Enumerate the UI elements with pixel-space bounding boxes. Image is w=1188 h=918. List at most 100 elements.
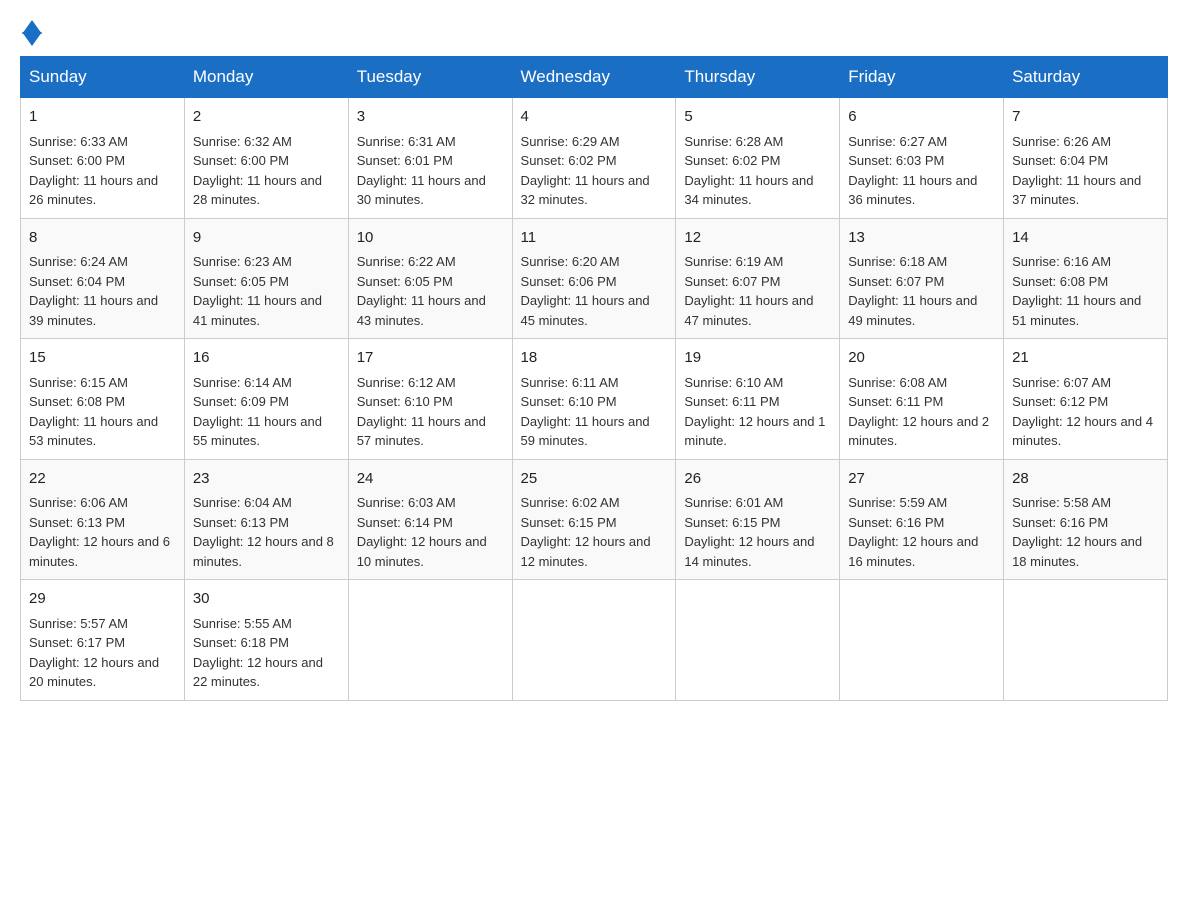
- calendar-cell: 29 Sunrise: 5:57 AMSunset: 6:17 PMDaylig…: [21, 580, 185, 701]
- day-number: 19: [684, 347, 831, 370]
- day-info: Sunrise: 6:15 AMSunset: 6:08 PMDaylight:…: [29, 375, 158, 449]
- day-number: 9: [193, 227, 340, 250]
- day-number: 16: [193, 347, 340, 370]
- calendar-cell: 19 Sunrise: 6:10 AMSunset: 6:11 PMDaylig…: [676, 339, 840, 460]
- day-info: Sunrise: 6:31 AMSunset: 6:01 PMDaylight:…: [357, 134, 486, 208]
- day-info: Sunrise: 6:19 AMSunset: 6:07 PMDaylight:…: [684, 254, 813, 328]
- day-number: 18: [521, 347, 668, 370]
- day-info: Sunrise: 5:55 AMSunset: 6:18 PMDaylight:…: [193, 616, 323, 690]
- weekday-header-tuesday: Tuesday: [348, 57, 512, 98]
- calendar-cell: 25 Sunrise: 6:02 AMSunset: 6:15 PMDaylig…: [512, 459, 676, 580]
- calendar-cell: 24 Sunrise: 6:03 AMSunset: 6:14 PMDaylig…: [348, 459, 512, 580]
- day-number: 5: [684, 106, 831, 129]
- calendar-cell: 11 Sunrise: 6:20 AMSunset: 6:06 PMDaylig…: [512, 218, 676, 339]
- calendar-cell: 4 Sunrise: 6:29 AMSunset: 6:02 PMDayligh…: [512, 98, 676, 219]
- calendar-week-row: 1 Sunrise: 6:33 AMSunset: 6:00 PMDayligh…: [21, 98, 1168, 219]
- calendar-cell: 5 Sunrise: 6:28 AMSunset: 6:02 PMDayligh…: [676, 98, 840, 219]
- day-info: Sunrise: 6:10 AMSunset: 6:11 PMDaylight:…: [684, 375, 825, 449]
- day-info: Sunrise: 6:01 AMSunset: 6:15 PMDaylight:…: [684, 495, 814, 569]
- calendar-cell: 15 Sunrise: 6:15 AMSunset: 6:08 PMDaylig…: [21, 339, 185, 460]
- calendar-week-row: 29 Sunrise: 5:57 AMSunset: 6:17 PMDaylig…: [21, 580, 1168, 701]
- day-info: Sunrise: 6:08 AMSunset: 6:11 PMDaylight:…: [848, 375, 989, 449]
- day-number: 11: [521, 227, 668, 250]
- calendar-cell: [512, 580, 676, 701]
- day-number: 23: [193, 468, 340, 491]
- calendar-week-row: 15 Sunrise: 6:15 AMSunset: 6:08 PMDaylig…: [21, 339, 1168, 460]
- calendar-cell: [676, 580, 840, 701]
- day-number: 4: [521, 106, 668, 129]
- calendar-cell: 22 Sunrise: 6:06 AMSunset: 6:13 PMDaylig…: [21, 459, 185, 580]
- calendar-cell: 23 Sunrise: 6:04 AMSunset: 6:13 PMDaylig…: [184, 459, 348, 580]
- day-info: Sunrise: 6:24 AMSunset: 6:04 PMDaylight:…: [29, 254, 158, 328]
- day-info: Sunrise: 5:58 AMSunset: 6:16 PMDaylight:…: [1012, 495, 1142, 569]
- day-info: Sunrise: 6:14 AMSunset: 6:09 PMDaylight:…: [193, 375, 322, 449]
- calendar-cell: 13 Sunrise: 6:18 AMSunset: 6:07 PMDaylig…: [840, 218, 1004, 339]
- calendar-cell: [348, 580, 512, 701]
- day-info: Sunrise: 6:20 AMSunset: 6:06 PMDaylight:…: [521, 254, 650, 328]
- day-number: 25: [521, 468, 668, 491]
- calendar-cell: 30 Sunrise: 5:55 AMSunset: 6:18 PMDaylig…: [184, 580, 348, 701]
- calendar-cell: 20 Sunrise: 6:08 AMSunset: 6:11 PMDaylig…: [840, 339, 1004, 460]
- day-number: 8: [29, 227, 176, 250]
- calendar-cell: 17 Sunrise: 6:12 AMSunset: 6:10 PMDaylig…: [348, 339, 512, 460]
- calendar-cell: 7 Sunrise: 6:26 AMSunset: 6:04 PMDayligh…: [1004, 98, 1168, 219]
- calendar-week-row: 8 Sunrise: 6:24 AMSunset: 6:04 PMDayligh…: [21, 218, 1168, 339]
- day-number: 15: [29, 347, 176, 370]
- day-number: 21: [1012, 347, 1159, 370]
- day-number: 24: [357, 468, 504, 491]
- day-number: 12: [684, 227, 831, 250]
- calendar-cell: 2 Sunrise: 6:32 AMSunset: 6:00 PMDayligh…: [184, 98, 348, 219]
- day-info: Sunrise: 6:32 AMSunset: 6:00 PMDaylight:…: [193, 134, 322, 208]
- day-info: Sunrise: 6:06 AMSunset: 6:13 PMDaylight:…: [29, 495, 170, 569]
- day-number: 7: [1012, 106, 1159, 129]
- day-number: 17: [357, 347, 504, 370]
- day-info: Sunrise: 6:33 AMSunset: 6:00 PMDaylight:…: [29, 134, 158, 208]
- day-number: 3: [357, 106, 504, 129]
- day-number: 10: [357, 227, 504, 250]
- calendar-cell: 1 Sunrise: 6:33 AMSunset: 6:00 PMDayligh…: [21, 98, 185, 219]
- day-number: 13: [848, 227, 995, 250]
- calendar-cell: 10 Sunrise: 6:22 AMSunset: 6:05 PMDaylig…: [348, 218, 512, 339]
- calendar-cell: 9 Sunrise: 6:23 AMSunset: 6:05 PMDayligh…: [184, 218, 348, 339]
- calendar-cell: 27 Sunrise: 5:59 AMSunset: 6:16 PMDaylig…: [840, 459, 1004, 580]
- calendar-cell: 16 Sunrise: 6:14 AMSunset: 6:09 PMDaylig…: [184, 339, 348, 460]
- day-info: Sunrise: 6:29 AMSunset: 6:02 PMDaylight:…: [521, 134, 650, 208]
- day-number: 28: [1012, 468, 1159, 491]
- calendar-cell: 18 Sunrise: 6:11 AMSunset: 6:10 PMDaylig…: [512, 339, 676, 460]
- day-info: Sunrise: 6:27 AMSunset: 6:03 PMDaylight:…: [848, 134, 977, 208]
- day-info: Sunrise: 6:03 AMSunset: 6:14 PMDaylight:…: [357, 495, 487, 569]
- day-info: Sunrise: 6:18 AMSunset: 6:07 PMDaylight:…: [848, 254, 977, 328]
- day-info: Sunrise: 6:07 AMSunset: 6:12 PMDaylight:…: [1012, 375, 1153, 449]
- logo: [20, 20, 42, 46]
- day-info: Sunrise: 6:04 AMSunset: 6:13 PMDaylight:…: [193, 495, 334, 569]
- day-number: 26: [684, 468, 831, 491]
- weekday-header-friday: Friday: [840, 57, 1004, 98]
- day-info: Sunrise: 6:12 AMSunset: 6:10 PMDaylight:…: [357, 375, 486, 449]
- day-info: Sunrise: 5:59 AMSunset: 6:16 PMDaylight:…: [848, 495, 978, 569]
- weekday-header-saturday: Saturday: [1004, 57, 1168, 98]
- weekday-header-wednesday: Wednesday: [512, 57, 676, 98]
- day-number: 2: [193, 106, 340, 129]
- calendar-cell: 6 Sunrise: 6:27 AMSunset: 6:03 PMDayligh…: [840, 98, 1004, 219]
- day-info: Sunrise: 6:22 AMSunset: 6:05 PMDaylight:…: [357, 254, 486, 328]
- weekday-header-row: SundayMondayTuesdayWednesdayThursdayFrid…: [21, 57, 1168, 98]
- day-info: Sunrise: 5:57 AMSunset: 6:17 PMDaylight:…: [29, 616, 159, 690]
- calendar-cell: 26 Sunrise: 6:01 AMSunset: 6:15 PMDaylig…: [676, 459, 840, 580]
- day-number: 27: [848, 468, 995, 491]
- weekday-header-sunday: Sunday: [21, 57, 185, 98]
- weekday-header-monday: Monday: [184, 57, 348, 98]
- calendar-cell: 21 Sunrise: 6:07 AMSunset: 6:12 PMDaylig…: [1004, 339, 1168, 460]
- calendar-week-row: 22 Sunrise: 6:06 AMSunset: 6:13 PMDaylig…: [21, 459, 1168, 580]
- calendar-cell: 12 Sunrise: 6:19 AMSunset: 6:07 PMDaylig…: [676, 218, 840, 339]
- day-number: 6: [848, 106, 995, 129]
- page-header: [20, 20, 1168, 46]
- day-info: Sunrise: 6:26 AMSunset: 6:04 PMDaylight:…: [1012, 134, 1141, 208]
- day-number: 20: [848, 347, 995, 370]
- day-info: Sunrise: 6:11 AMSunset: 6:10 PMDaylight:…: [521, 375, 650, 449]
- calendar-cell: 8 Sunrise: 6:24 AMSunset: 6:04 PMDayligh…: [21, 218, 185, 339]
- day-number: 29: [29, 588, 176, 611]
- calendar-cell: 3 Sunrise: 6:31 AMSunset: 6:01 PMDayligh…: [348, 98, 512, 219]
- calendar-cell: 28 Sunrise: 5:58 AMSunset: 6:16 PMDaylig…: [1004, 459, 1168, 580]
- calendar-cell: [1004, 580, 1168, 701]
- day-info: Sunrise: 6:28 AMSunset: 6:02 PMDaylight:…: [684, 134, 813, 208]
